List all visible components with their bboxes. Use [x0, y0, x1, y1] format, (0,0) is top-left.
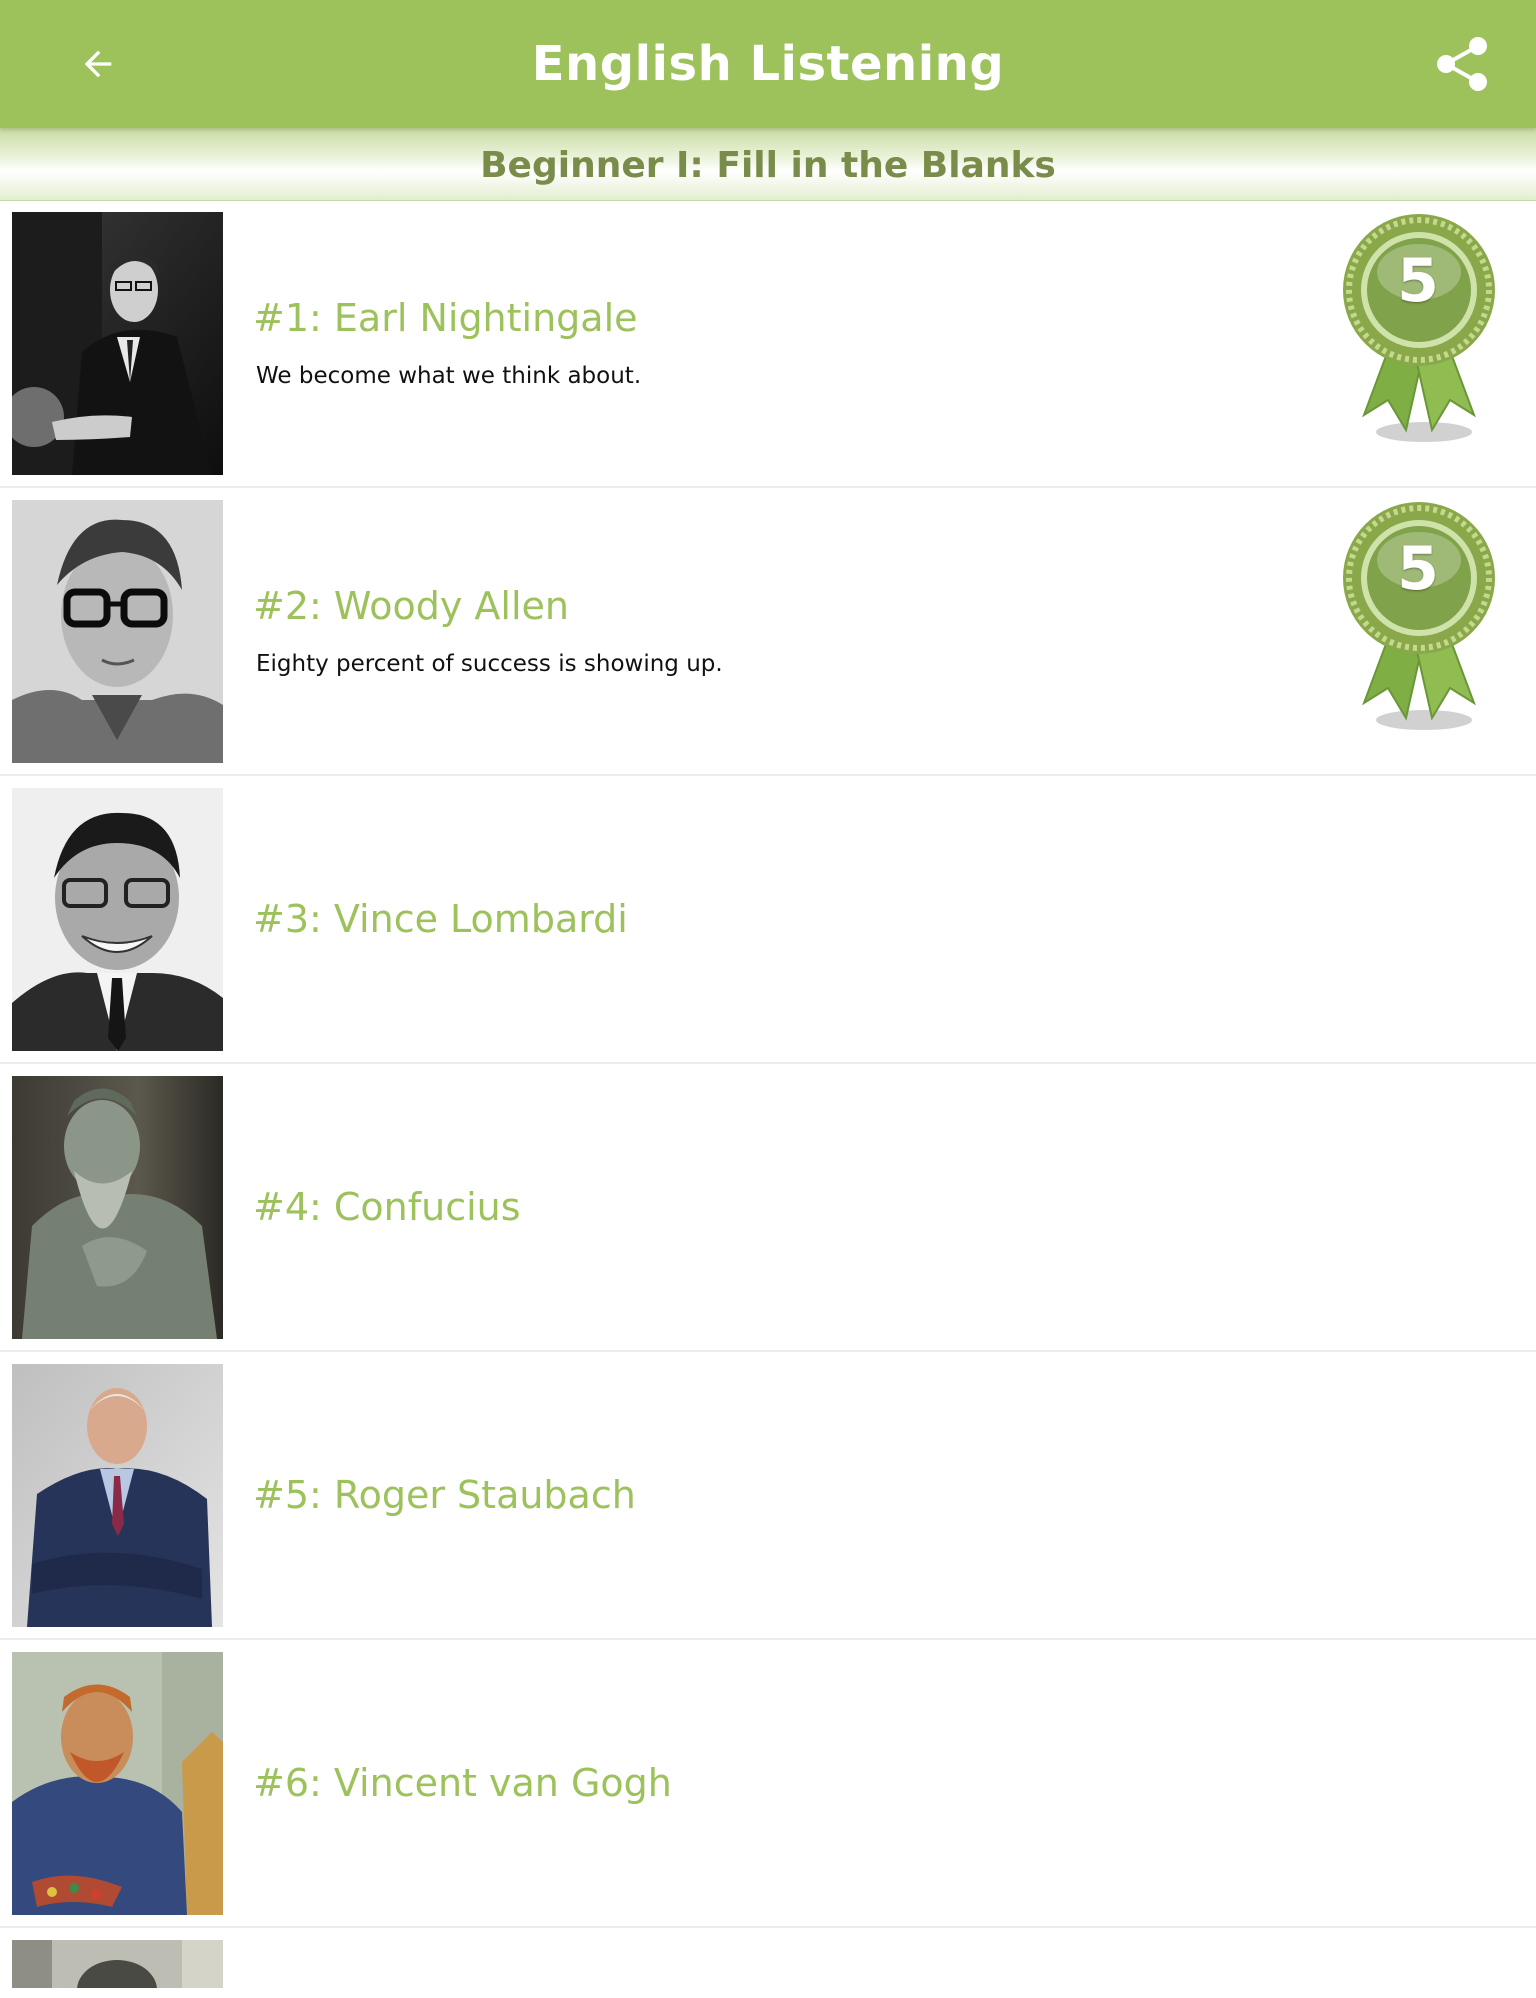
lesson-title: #3: Vince Lombardi — [253, 897, 628, 941]
lesson-row[interactable]: #1: Earl Nightingale We become what we t… — [0, 200, 1536, 488]
lesson-text: #6: Vincent van Gogh — [253, 1640, 1296, 1926]
lesson-row[interactable]: #5: Roger Staubach — [0, 1352, 1536, 1640]
share-icon — [1437, 37, 1487, 91]
lesson-portrait — [12, 1940, 223, 1988]
lesson-quote: We become what we think about. — [256, 363, 642, 389]
lesson-text: #2: Woody Allen Eighty percent of succes… — [253, 488, 1296, 774]
lesson-text: #5: Roger Staubach — [253, 1352, 1296, 1638]
confucius-statue-portrait — [12, 1076, 223, 1339]
lesson-title: #4: Confucius — [253, 1185, 521, 1229]
lesson-title: #1: Earl Nightingale — [253, 296, 638, 340]
lesson-title: #5: Roger Staubach — [253, 1473, 636, 1517]
lesson-row[interactable] — [0, 1928, 1536, 1988]
lesson-text: #1: Earl Nightingale We become what we t… — [253, 200, 1296, 486]
score-value: 5 — [1397, 246, 1439, 316]
woody-allen-portrait — [12, 500, 223, 763]
score-ribbon-badge: 5 — [1334, 210, 1504, 460]
lesson-title: #6: Vincent van Gogh — [253, 1761, 672, 1805]
back-button[interactable] — [66, 32, 130, 96]
lesson-row[interactable]: #2: Woody Allen Eighty percent of succes… — [0, 488, 1536, 776]
lesson-list: #1: Earl Nightingale We become what we t… — [0, 200, 1536, 1988]
app-title: English Listening — [531, 36, 1005, 92]
share-button[interactable] — [1428, 30, 1496, 98]
lesson-title: #2: Woody Allen — [253, 584, 570, 628]
app-bar: English Listening — [0, 0, 1536, 128]
score-ribbon-badge: 5 — [1334, 498, 1504, 748]
roger-staubach-portrait — [12, 1364, 223, 1627]
score-value: 5 — [1397, 534, 1439, 604]
level-header: Beginner I: Fill in the Blanks — [0, 128, 1536, 201]
lesson-text: #4: Confucius — [253, 1064, 1296, 1350]
lesson-row[interactable]: #6: Vincent van Gogh — [0, 1640, 1536, 1928]
vince-lombardi-portrait — [12, 788, 223, 1051]
lesson-row[interactable]: #4: Confucius — [0, 1064, 1536, 1352]
earl-nightingale-portrait — [12, 212, 223, 475]
vincent-van-gogh-portrait — [12, 1652, 223, 1915]
lesson-row[interactable]: #3: Vince Lombardi — [0, 776, 1536, 1064]
arrow-left-icon — [84, 50, 112, 78]
lesson-quote: Eighty percent of success is showing up. — [256, 651, 723, 677]
lesson-text: #3: Vince Lombardi — [253, 776, 1296, 1062]
